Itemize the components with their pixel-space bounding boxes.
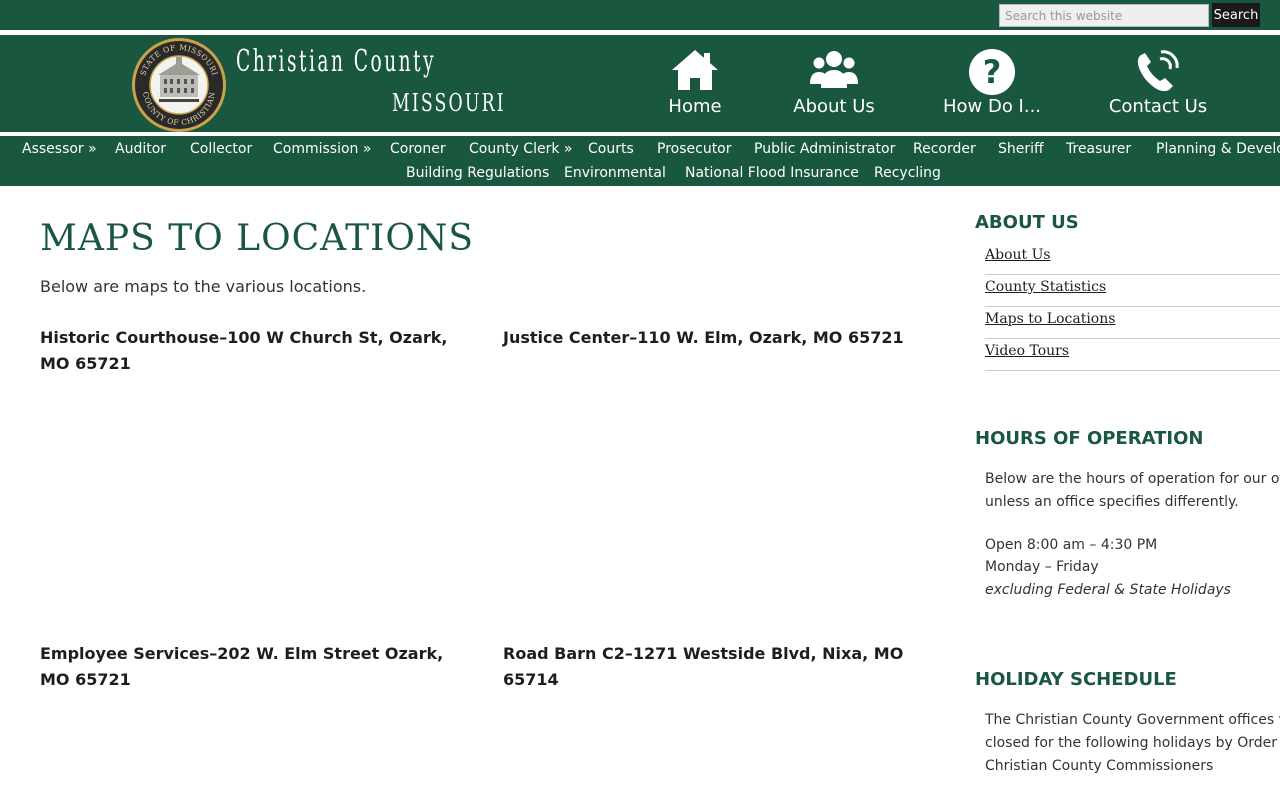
location-title-employee-services: Employee Services–202 W. Elm Street Ozar… bbox=[40, 644, 444, 689]
search-input[interactable] bbox=[999, 4, 1209, 27]
page-intro: Below are maps to the various locations. bbox=[40, 277, 367, 296]
site-logo-subtitle[interactable]: MISSOURI bbox=[392, 89, 506, 117]
menu-environmental[interactable]: Environmental bbox=[564, 165, 666, 181]
nav-about-us[interactable]: About Us bbox=[764, 48, 904, 117]
location-title-justice-center: Justice Center–110 W. Elm, Ozark, MO 657… bbox=[503, 328, 904, 347]
sidebar-link-video-tours-text[interactable]: Video Tours bbox=[985, 343, 1069, 359]
hours-open-time: Open 8:00 am – 4:30 PM bbox=[985, 537, 1158, 553]
hours-open-days: Monday – Friday bbox=[985, 559, 1099, 575]
sidebar-link-about-us[interactable]: About Us bbox=[985, 243, 1280, 275]
menu-national-flood-insurance[interactable]: National Flood Insurance bbox=[685, 165, 859, 181]
holiday-text-line: Christian County Commissioners bbox=[985, 758, 1214, 774]
nav-contact-us-label: Contact Us bbox=[1108, 96, 1208, 117]
location-title-road-barn: Road Barn C2–1271 Westside Blvd, Nixa, M… bbox=[503, 644, 904, 689]
holiday-text-line: closed for the following holidays by Ord… bbox=[985, 735, 1280, 751]
nav-home-label: Home bbox=[668, 96, 722, 117]
menu-county-clerk[interactable]: County Clerk » bbox=[469, 141, 572, 157]
menu-recycling[interactable]: Recycling bbox=[874, 165, 941, 181]
users-icon bbox=[810, 51, 858, 88]
menu-commission[interactable]: Commission » bbox=[273, 141, 371, 157]
sidebar-link-county-statistics-text[interactable]: County Statistics bbox=[985, 279, 1106, 295]
menu-prosecutor[interactable]: Prosecutor bbox=[657, 141, 732, 157]
sidebar-link-about-us-text[interactable]: About Us bbox=[985, 247, 1051, 263]
sidebar-heading-holiday-schedule: HOLIDAY SCHEDULE bbox=[975, 669, 1177, 690]
sidebar-link-video-tours[interactable]: Video Tours bbox=[985, 339, 1280, 371]
sidebar-link-maps-to-locations[interactable]: Maps to Locations bbox=[985, 307, 1280, 339]
nav-how-do-i[interactable]: ? How Do I... bbox=[922, 48, 1062, 117]
home-icon bbox=[672, 50, 718, 90]
nav-contact-us[interactable]: Contact Us bbox=[1088, 48, 1228, 117]
menu-courts[interactable]: Courts bbox=[588, 141, 634, 157]
menu-auditor[interactable]: Auditor bbox=[115, 141, 166, 157]
sidebar-heading-hours: HOURS OF OPERATION bbox=[975, 428, 1204, 449]
menu-collector[interactable]: Collector bbox=[190, 141, 252, 157]
hours-text-line: unless an office specifies differently. bbox=[985, 494, 1239, 510]
menu-assessor[interactable]: Assessor » bbox=[22, 141, 97, 157]
menu-recorder[interactable]: Recorder bbox=[913, 141, 976, 157]
hours-exclusion-note: excluding Federal & State Holidays bbox=[985, 582, 1231, 598]
menu-coroner[interactable]: Coroner bbox=[390, 141, 446, 157]
phone-icon bbox=[1137, 50, 1179, 92]
holiday-text-line: The Christian County Government offices … bbox=[985, 712, 1280, 728]
nav-how-do-i-label: How Do I... bbox=[942, 96, 1042, 117]
svg-text:?: ? bbox=[983, 53, 1002, 91]
menu-sheriff[interactable]: Sheriff bbox=[998, 141, 1044, 157]
site-logo-title[interactable]: Christian County bbox=[236, 44, 436, 79]
menu-treasurer[interactable]: Treasurer bbox=[1066, 141, 1131, 157]
nav-home[interactable]: Home bbox=[625, 48, 765, 117]
page-title: MAPS TO LOCATIONS bbox=[40, 218, 475, 259]
sidebar-link-maps-to-locations-text[interactable]: Maps to Locations bbox=[985, 311, 1115, 327]
sidebar-heading-about-us: ABOUT US bbox=[975, 212, 1079, 233]
menu-building-regulations[interactable]: Building Regulations bbox=[406, 165, 549, 181]
sidebar-link-county-statistics[interactable]: County Statistics bbox=[985, 275, 1280, 307]
search-button[interactable]: Search bbox=[1212, 3, 1260, 27]
location-title-historic-courthouse: Historic Courthouse–100 W Church St, Oza… bbox=[40, 328, 448, 373]
nav-about-us-label: About Us bbox=[793, 96, 875, 117]
county-seal-logo[interactable]: STATE OF MISSOURI COUNTY OF CHRISTIAN bbox=[131, 37, 227, 133]
menu-public-administrator[interactable]: Public Administrator bbox=[754, 141, 895, 157]
hours-text-line: Below are the hours of operation for our… bbox=[985, 471, 1280, 487]
menu-planning-development[interactable]: Planning & Development bbox=[1156, 141, 1280, 157]
question-circle-icon: ? bbox=[969, 49, 1015, 95]
